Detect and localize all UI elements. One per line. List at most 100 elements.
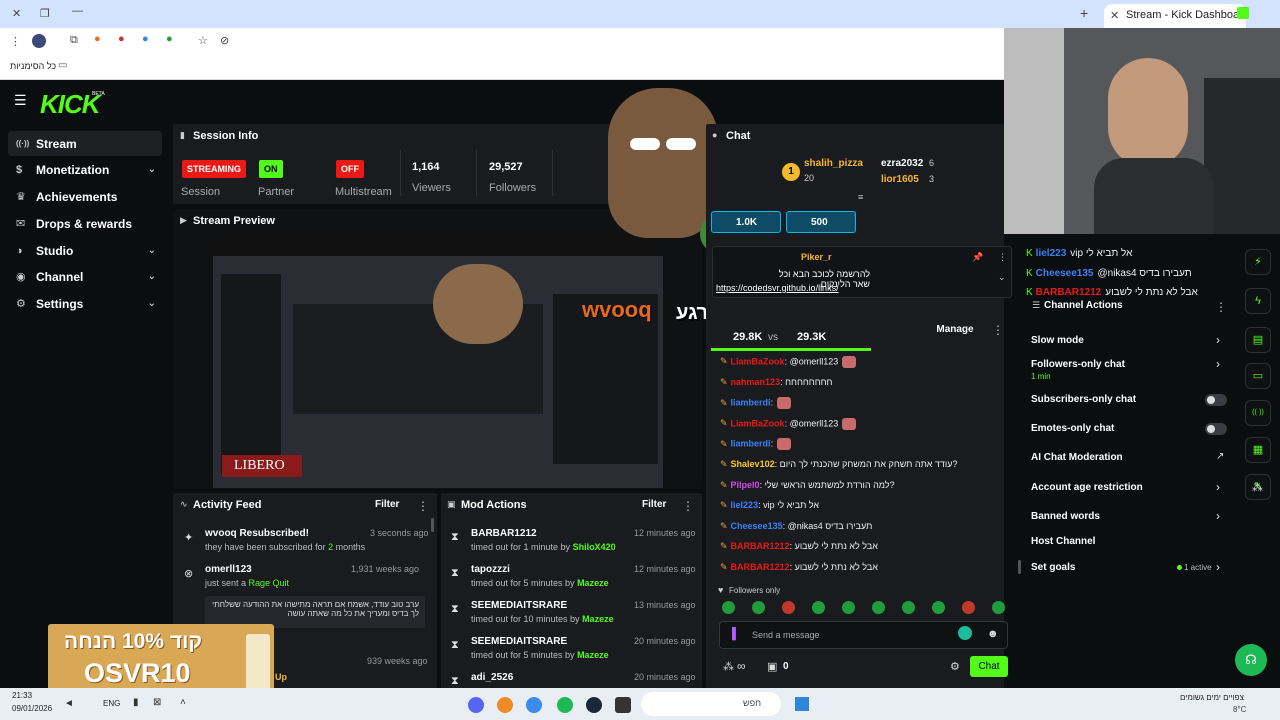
bolt-icon[interactable]: ϟ bbox=[1245, 288, 1271, 314]
spotify-icon[interactable] bbox=[557, 697, 573, 713]
chevron-right-icon[interactable]: › bbox=[1216, 357, 1220, 371]
mod-action-user[interactable]: tapozzzi bbox=[471, 564, 510, 575]
mod-filter-button[interactable]: Filter bbox=[642, 499, 666, 510]
chat-username[interactable]: Cheesee135 bbox=[1036, 268, 1094, 279]
close-tab-icon[interactable]: ✕ bbox=[1110, 9, 1119, 22]
language-indicator[interactable]: ENG bbox=[103, 699, 120, 708]
clock-date[interactable]: 09/01/2026 bbox=[12, 704, 52, 713]
restore-window-icon[interactable]: ❐ bbox=[40, 7, 50, 20]
activity-more-icon[interactable]: ⋮ bbox=[417, 499, 429, 513]
external-link-icon[interactable]: ↗ bbox=[1216, 451, 1224, 462]
goal-bar-1[interactable]: 1.0K bbox=[711, 211, 781, 233]
send-chat-button[interactable]: Chat bbox=[970, 656, 1008, 677]
sidebar-item-channel[interactable]: ◉ Channel ⌄ bbox=[8, 264, 162, 289]
chat-username[interactable]: liamberdi bbox=[731, 398, 771, 408]
emote-10-icon[interactable] bbox=[992, 601, 1005, 614]
document-icon[interactable]: ▤ bbox=[1245, 327, 1271, 353]
sidebar-item-settings[interactable]: ⚙ Settings ⌄ bbox=[8, 291, 162, 316]
emote-3-icon[interactable] bbox=[782, 601, 795, 614]
mod-more-icon[interactable]: ⋮ bbox=[682, 499, 694, 513]
taskbar-search[interactable]: חפש bbox=[641, 692, 781, 716]
bookmark-star-icon[interactable]: ☆ bbox=[198, 34, 208, 47]
extension-fox-icon[interactable]: ● bbox=[94, 33, 101, 45]
extension-green-icon[interactable]: ● bbox=[166, 33, 173, 45]
channel-action-set-goals[interactable]: Set goals bbox=[1031, 562, 1075, 573]
mod-action-by[interactable]: Mazeze bbox=[577, 650, 609, 660]
chevron-right-icon[interactable]: › bbox=[1216, 333, 1220, 347]
channel-action-banned-words[interactable]: Banned words bbox=[1031, 511, 1100, 522]
emote-7-icon[interactable] bbox=[902, 601, 915, 614]
emote-9-icon[interactable] bbox=[962, 601, 975, 614]
sidebar-item-achievements[interactable]: ♛ Achievements bbox=[8, 184, 162, 209]
sidebar-item-stream[interactable]: ((·)) Stream bbox=[8, 131, 162, 156]
goal-bar-2[interactable]: 500 bbox=[786, 211, 856, 233]
chevron-up-icon[interactable]: ˄ bbox=[180, 697, 186, 708]
chevron-right-icon[interactable]: › bbox=[1216, 560, 1220, 574]
chat-scrollbar[interactable] bbox=[1018, 560, 1021, 574]
pinned-expand-icon[interactable]: ⌄ bbox=[998, 272, 1006, 283]
chat-username[interactable]: BARBAR1212 bbox=[731, 562, 790, 572]
extension-blue-icon[interactable]: ● bbox=[142, 33, 149, 45]
channel-action-slow-mode[interactable]: Slow mode bbox=[1031, 335, 1084, 346]
channel-action-ai-chat-moderation[interactable]: AI Chat Moderation bbox=[1031, 452, 1123, 463]
manage-button[interactable]: Manage bbox=[928, 320, 982, 340]
mod-action-by[interactable]: Mazeze bbox=[577, 578, 609, 588]
channel-action-emotes-only-chat[interactable]: Emotes-only chat bbox=[1031, 423, 1114, 434]
emote-6-icon[interactable] bbox=[872, 601, 885, 614]
network-icon[interactable]: ⊠ bbox=[153, 697, 161, 708]
chat-username[interactable]: Shalev102 bbox=[731, 459, 775, 469]
windows-start-icon[interactable] bbox=[795, 697, 809, 711]
volume-icon[interactable]: ◄ bbox=[64, 698, 74, 709]
kick-logo[interactable]: KICK bbox=[40, 89, 101, 120]
toggle-switch[interactable] bbox=[1205, 394, 1227, 406]
chat-username[interactable]: liel223 bbox=[1036, 248, 1067, 259]
manage-more-icon[interactable]: ⋮ bbox=[992, 323, 1004, 337]
share-icon[interactable]: ⁂ bbox=[1252, 481, 1263, 494]
kebab-menu-icon[interactable]: ⋮ bbox=[10, 35, 21, 48]
close-window-icon[interactable]: ✕ bbox=[12, 7, 21, 20]
chevron-right-icon[interactable]: › bbox=[1216, 480, 1220, 494]
chat-username[interactable]: BARBAR1212 bbox=[731, 541, 790, 551]
mod-action-user[interactable]: SEEMEDIAITSRARE bbox=[471, 600, 567, 611]
profile-avatar-icon[interactable] bbox=[32, 34, 46, 48]
activity-scrollbar[interactable] bbox=[431, 518, 434, 532]
eye-off-icon[interactable]: ⊘ bbox=[220, 34, 229, 47]
discord-icon[interactable] bbox=[468, 697, 484, 713]
chat-username[interactable]: nahman123 bbox=[731, 377, 781, 387]
chat-username[interactable]: BARBAR1212 bbox=[1036, 287, 1102, 298]
broadcast-icon[interactable]: ((·)) bbox=[1245, 400, 1271, 426]
mic-tray-icon[interactable]: ▮ bbox=[133, 697, 139, 708]
new-tab-icon[interactable]: + bbox=[1080, 5, 1088, 21]
chat-username[interactable]: LiamBaZook bbox=[731, 356, 785, 366]
chat-username[interactable]: liamberdi bbox=[731, 439, 771, 449]
pinned-user[interactable]: Piker_r bbox=[801, 252, 832, 262]
sidebar-item-studio[interactable]: ◑ Studio ⌄ bbox=[8, 238, 162, 263]
channel-actions-more-icon[interactable]: ⋮ bbox=[1215, 300, 1227, 314]
all-bookmarks-link[interactable]: כל הסימניות bbox=[10, 61, 56, 71]
extension-shield-icon[interactable]: ● bbox=[118, 33, 125, 45]
file-icon[interactable] bbox=[615, 697, 631, 713]
weather-text[interactable]: צפויים ימים גשומים bbox=[1180, 693, 1244, 702]
browser-tab-active[interactable]: ✕ Stream - Kick Dashboard bbox=[1104, 4, 1249, 28]
mic-icon[interactable]: ▌ bbox=[732, 628, 740, 640]
emote-picker-icon[interactable] bbox=[958, 626, 972, 640]
hamburger-menu-icon[interactable]: ☰ bbox=[14, 92, 27, 109]
minimize-window-icon[interactable]: — bbox=[72, 5, 83, 17]
pinned-more-icon[interactable]: ⋮ bbox=[998, 252, 1007, 263]
gifter-2-name[interactable]: ezra2032 bbox=[881, 158, 923, 169]
speech-bubble-icon[interactable]: ▭ bbox=[1245, 363, 1271, 389]
chat-username[interactable]: liel223 bbox=[731, 500, 759, 510]
gift-box-icon[interactable]: ▣ bbox=[767, 660, 777, 673]
video-stack-icon[interactable]: ▦ bbox=[1245, 437, 1271, 463]
channel-action-followers-only-chat[interactable]: Followers-only chat bbox=[1031, 359, 1125, 370]
emote-1-icon[interactable] bbox=[722, 601, 735, 614]
pin-icon[interactable]: 📌 bbox=[972, 252, 983, 263]
channel-action-account-age-restriction[interactable]: Account age restriction bbox=[1031, 482, 1143, 493]
chat-username[interactable]: Pilpel0 bbox=[731, 480, 760, 490]
sidebar-item-drops-rewards[interactable]: ✉ Drops & rewards bbox=[8, 211, 162, 236]
activity-filter-button[interactable]: Filter bbox=[375, 499, 399, 510]
clock-time[interactable]: 21:33 bbox=[12, 691, 32, 700]
support-button[interactable]: ☊ bbox=[1235, 644, 1267, 676]
chat-username[interactable]: Cheesee135 bbox=[731, 521, 783, 531]
gifter-3-name[interactable]: lior1605 bbox=[881, 174, 919, 185]
